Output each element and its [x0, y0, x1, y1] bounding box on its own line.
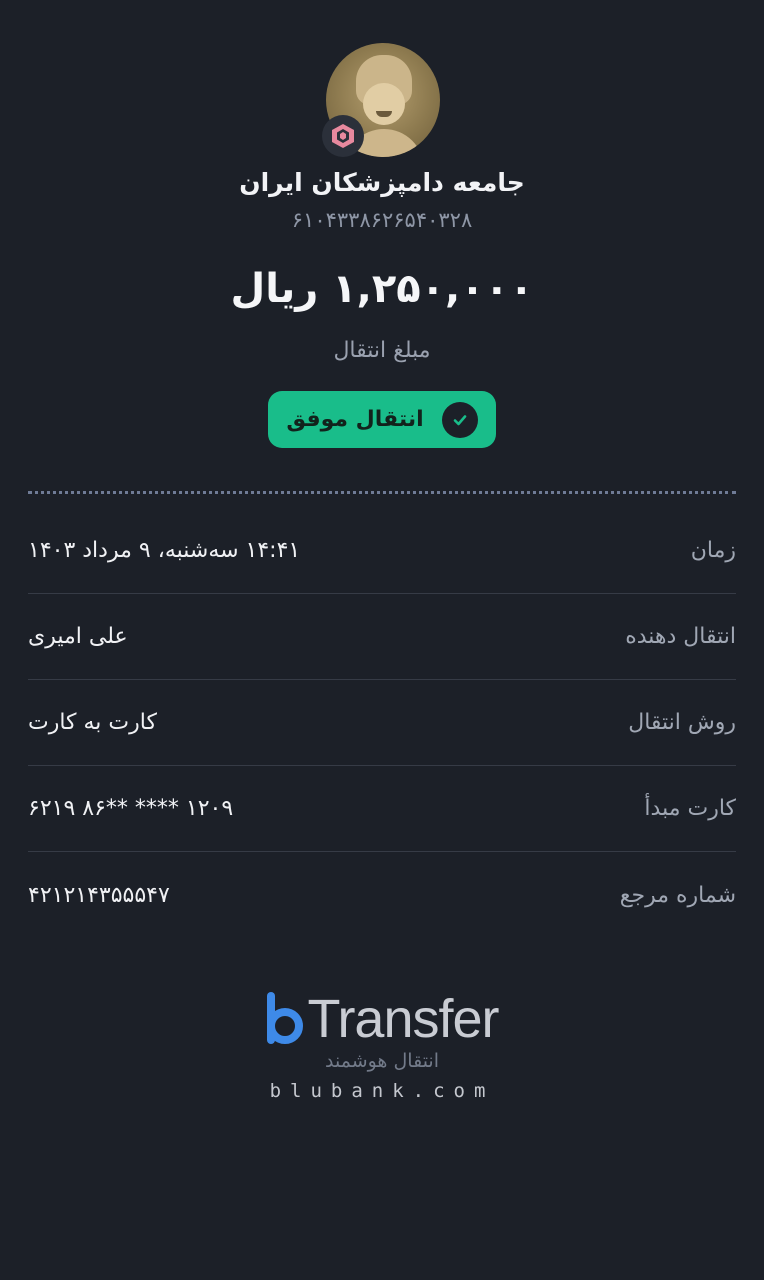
detail-row-reference: ۴۲۱۲۱۴۳۵۵۵۴۷ شماره مرجع: [28, 852, 736, 938]
detail-value: ۴۲۱۲۱۴۳۵۵۵۴۷: [28, 882, 170, 908]
transfer-receipt: جامعه دامپزشکان ایران ۶۱۰۴۳۳۸۶۲۶۵۴۰۳۲۸ ۱…: [0, 0, 764, 1280]
detail-row-time: ۱۴:۴۱ سه‌شنبه، ۹ مرداد ۱۴۰۳ زمان: [28, 508, 736, 594]
detail-value: ۱۴:۴۱ سه‌شنبه، ۹ مرداد ۱۴۰۳: [28, 538, 301, 563]
detail-row-sender: علی امیری انتقال دهنده: [28, 594, 736, 680]
detail-value: علی امیری: [28, 624, 128, 649]
status-badge: انتقال موفق: [268, 391, 496, 448]
detail-label: زمان: [690, 538, 736, 563]
check-icon: [441, 401, 478, 438]
detail-label: روش انتقال: [628, 710, 736, 735]
detail-value: کارت به کارت: [28, 710, 157, 735]
detail-label: کارت مبدأ: [644, 796, 736, 821]
brand-url: blubank.com: [269, 1080, 495, 1102]
detail-label: انتقال دهنده: [625, 624, 736, 649]
transfer-amount: ۱,۲۵۰,۰۰۰ ریال: [230, 266, 534, 312]
detail-row-source-card: ۶۲۱۹ ۸۶** **** ۱۲۰۹ کارت مبدأ: [28, 766, 736, 852]
recipient-name: جامعه دامپزشکان ایران: [239, 168, 525, 197]
transfer-amount-label: مبلغ انتقال: [333, 338, 431, 363]
dotted-divider: [28, 491, 736, 494]
btransfer-logo: Transfer انتقال هوشمند blubank.com: [0, 980, 764, 1102]
bank-logo-icon: [322, 115, 364, 157]
brand-tagline: انتقال هوشمند: [325, 1050, 439, 1072]
detail-value: ۶۲۱۹ ۸۶** **** ۱۲۰۹: [28, 796, 234, 821]
brand-word: Transfer: [307, 989, 499, 1049]
account-number: ۶۱۰۴۳۳۸۶۲۶۵۴۰۳۲۸: [291, 208, 473, 232]
detail-label: شماره مرجع: [619, 882, 736, 908]
detail-row-method: کارت به کارت روش انتقال: [28, 680, 736, 766]
status-text: انتقال موفق: [286, 407, 424, 432]
b-logo-icon: [265, 986, 305, 1046]
details-list: ۱۴:۴۱ سه‌شنبه، ۹ مرداد ۱۴۰۳ زمان علی امی…: [28, 508, 736, 938]
